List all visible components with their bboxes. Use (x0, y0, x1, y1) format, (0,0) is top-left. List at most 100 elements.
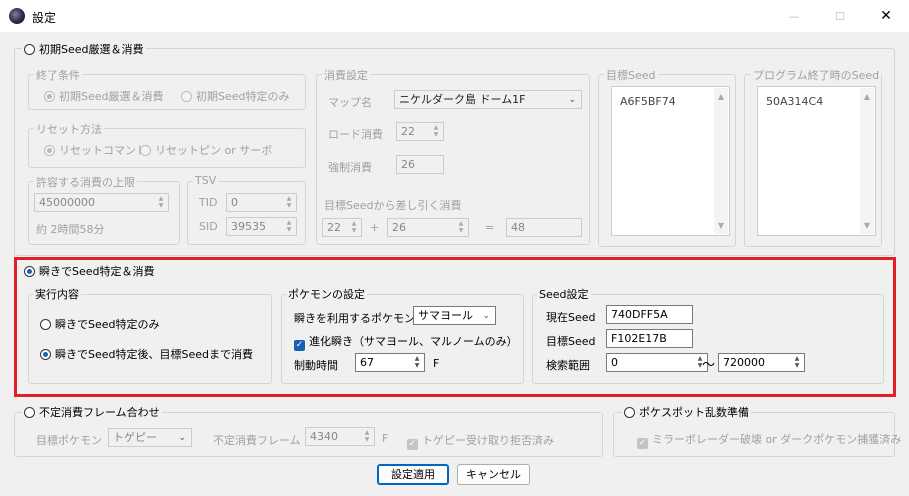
sub-a-input[interactable]: 22 ▲ ▼ (322, 218, 362, 237)
poke-label: ポケモンの設定 (286, 286, 367, 302)
end-option-consume[interactable]: 初期Seed厳選＆消費 (44, 88, 164, 104)
frame-target-select[interactable]: トゲピー ⌄ (108, 428, 192, 447)
pokespot-radio[interactable]: ポケスポット乱数準備 (622, 404, 751, 420)
radio-indicator (40, 319, 51, 330)
spin-arrows-icon: ▲ ▼ (351, 220, 357, 234)
range-to-input[interactable]: 720000 ▲ ▼ (718, 353, 805, 372)
tid-label: TID (199, 196, 218, 209)
exec-option-consume[interactable]: 瞬きでSeed特定後、目標Seedまで消費 (40, 346, 253, 362)
map-label: マップ名 (328, 96, 372, 109)
sid-input[interactable]: 39535 ▲ ▼ (226, 217, 297, 236)
exec-option-identify[interactable]: 瞬きでSeed特定のみ (40, 316, 160, 332)
evo-blink-checkbox[interactable]: ✓ 進化瞬き（サマヨール、マルノームのみ） (294, 333, 518, 351)
poke-use-label: 瞬きを利用するポケモン (294, 312, 415, 325)
equals-sign: = (485, 221, 495, 234)
sub-b-input[interactable]: 26 ▲ ▼ (387, 218, 469, 237)
spin-arrows-icon: ▲ ▼ (414, 355, 420, 369)
maximize-button[interactable]: ☐ (817, 0, 863, 32)
reset-option-command[interactable]: リセットコマンド (44, 142, 147, 158)
app-icon (9, 8, 25, 24)
search-range-label: 検索範囲 (546, 359, 590, 372)
limit-approx: 約 2時間58分 (36, 223, 105, 236)
chevron-down-icon: ⌄ (568, 95, 576, 105)
spin-arrows-icon: ▲ ▼ (364, 429, 370, 443)
range-from-input[interactable]: 0 ▲ ▼ (606, 353, 708, 372)
reject-checkbox[interactable]: ✓ トゲピー受け取り拒否済み (407, 432, 554, 450)
sub-c-input[interactable]: 48 (506, 218, 582, 237)
radio-indicator (40, 349, 51, 360)
radio-indicator (44, 145, 55, 156)
limit-input[interactable]: 45000000 ▲ ▼ (34, 193, 169, 212)
current-seed-input[interactable]: 740DFF5A (606, 305, 693, 324)
reset-option-pin[interactable]: リセットピン or サーボ (140, 142, 272, 158)
close-button[interactable]: ✕ (863, 0, 909, 32)
radio-indicator (140, 145, 151, 156)
maximize-icon: ☐ (835, 9, 845, 23)
brake-time-input[interactable]: 67 ▲ ▼ (355, 353, 425, 372)
exec-group (28, 294, 272, 384)
spin-arrows-icon: ▲ ▼ (794, 355, 800, 369)
radio-indicator (24, 44, 35, 55)
frame-radio[interactable]: 不定消費フレーム合わせ (22, 404, 162, 420)
target-seed2-label: 目標Seed (546, 335, 596, 348)
radio-indicator (624, 407, 635, 418)
consume-label: 消費設定 (322, 67, 370, 83)
close-icon: ✕ (880, 8, 892, 24)
end-option-identify[interactable]: 初期Seed特定のみ (181, 88, 290, 104)
frames-label: 不定消費フレーム (213, 434, 301, 447)
apply-button[interactable]: 設定適用 (377, 464, 449, 485)
check-icon: ✓ (294, 340, 305, 351)
pokespot-checkbox[interactable]: ✓ ミラーボレーダー破壊 or ダークポケモン捕獲済み (637, 431, 901, 449)
target-seed-label: 目標Seed (604, 67, 658, 83)
frames-input[interactable]: 4340 ▲ ▼ (305, 427, 375, 446)
tsv-label: TSV (193, 174, 219, 187)
radio-indicator (24, 266, 35, 277)
minimize-button[interactable]: — (771, 0, 817, 32)
sid-label: SID (199, 220, 218, 233)
spin-arrows-icon: ▲ ▼ (286, 219, 292, 233)
target-seed-input[interactable]: F102E17B (606, 329, 693, 348)
sub-label: 目標Seedから差し引く消費 (324, 199, 462, 212)
brake-time-unit: F (433, 357, 440, 370)
load-label: ロード消費 (328, 128, 383, 141)
window-title: 設定 (32, 11, 57, 25)
frames-unit: F (382, 432, 389, 445)
tid-input[interactable]: 0 ▲ ▼ (226, 193, 297, 212)
chevron-down-icon: ⌄ (482, 311, 490, 321)
end-seed-label: プログラム終了時のSeed (751, 67, 882, 83)
scroll-up-icon: ▲ (717, 92, 725, 101)
forced-input[interactable]: 26 (396, 155, 444, 174)
brake-time-label: 制動時間 (294, 359, 338, 372)
check-icon: ✓ (637, 438, 648, 449)
target-seed-text[interactable]: A6F5BF74 ▲ ▼ (611, 86, 730, 236)
current-seed-label: 現在Seed (546, 311, 596, 324)
minimize-icon: — (788, 9, 800, 23)
frame-target-label: 目標ポケモン (36, 434, 102, 447)
scrollbar[interactable]: ▲ ▼ (714, 88, 728, 234)
spin-arrows-icon: ▲ ▼ (158, 195, 164, 209)
scroll-up-icon: ▲ (863, 92, 871, 101)
radio-indicator (24, 407, 35, 418)
radio-indicator (44, 91, 55, 102)
spin-arrows-icon: ▲ ▼ (458, 220, 464, 234)
load-input[interactable]: 22 ▲ ▼ (396, 122, 444, 141)
cancel-button[interactable]: キャンセル (457, 464, 530, 485)
scroll-down-icon: ▼ (863, 221, 871, 230)
scroll-down-icon: ▼ (717, 221, 725, 230)
check-icon: ✓ (407, 439, 418, 450)
end-seed-text[interactable]: 50A314C4 ▲ ▼ (757, 86, 876, 236)
reset-method-label: リセット方法 (34, 121, 104, 137)
scrollbar[interactable]: ▲ ▼ (860, 88, 874, 234)
plus-sign: + (370, 221, 380, 234)
exec-label: 実行内容 (33, 286, 81, 302)
poke-use-select[interactable]: サマヨール ⌄ (413, 306, 496, 325)
end-condition-label: 終了条件 (34, 67, 82, 83)
radio-indicator (181, 91, 192, 102)
blink-radio[interactable]: 瞬きでSeed特定＆消費 (24, 263, 155, 279)
spin-arrows-icon: ▲ ▼ (286, 195, 292, 209)
limit-label: 許容する消費の上限 (34, 174, 137, 190)
forced-label: 強制消費 (328, 161, 372, 174)
map-select[interactable]: ニケルダーク島 ドーム1F ⌄ (394, 90, 582, 109)
seed-label: Seed設定 (537, 286, 591, 302)
initial-seed-radio[interactable]: 初期Seed厳選＆消費 (22, 41, 146, 57)
